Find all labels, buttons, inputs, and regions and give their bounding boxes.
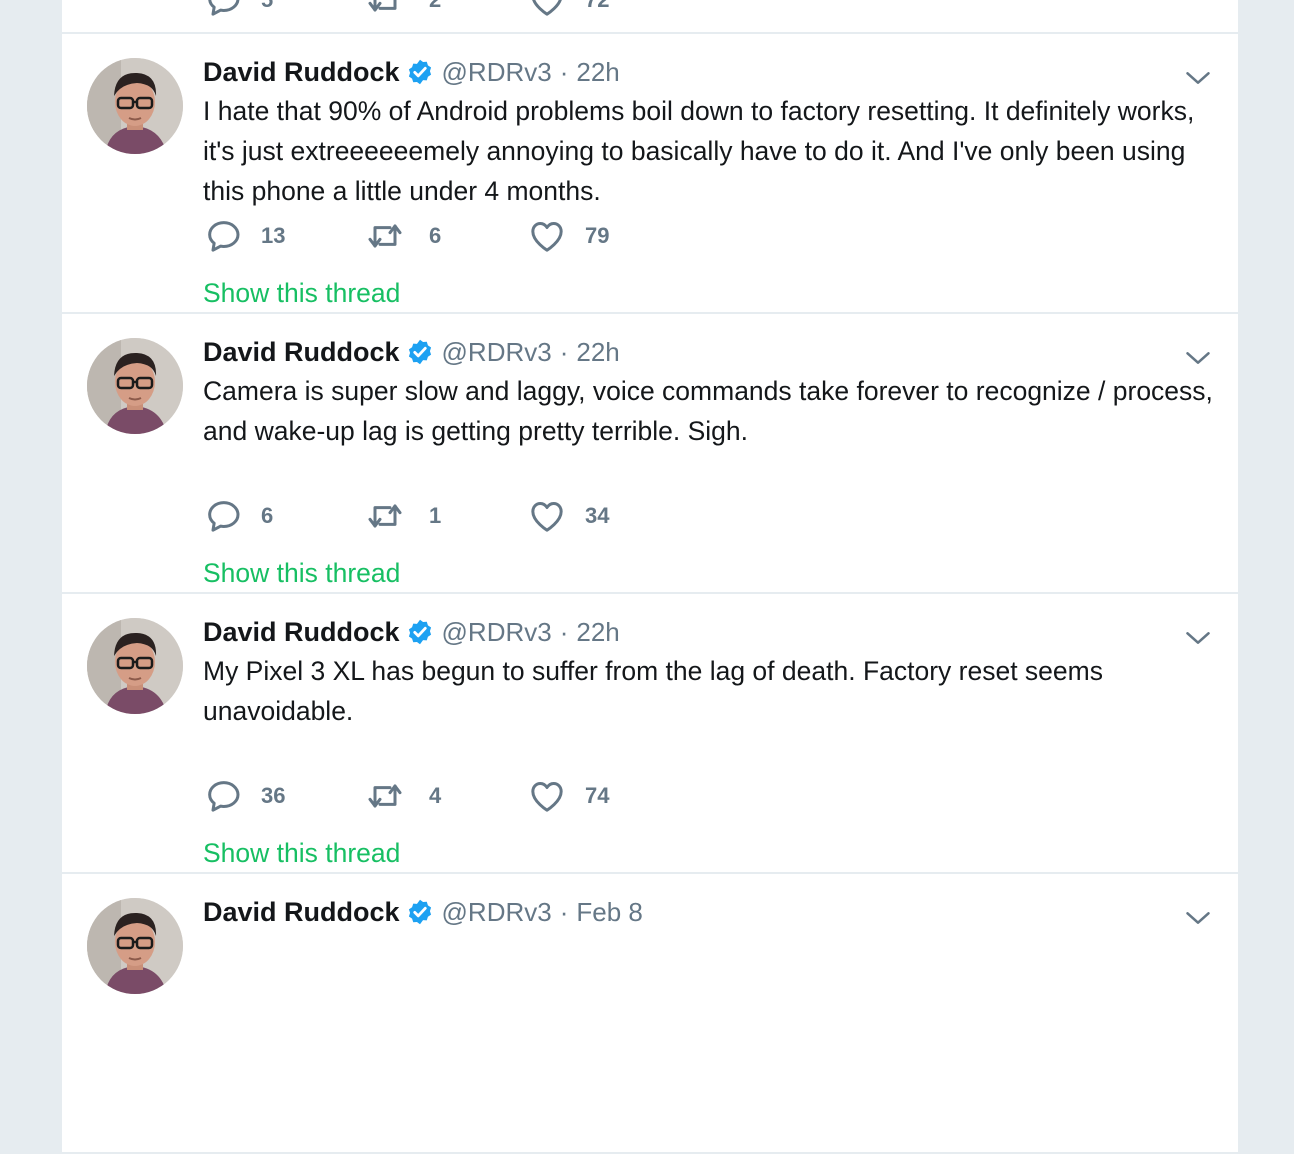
tweet-timestamp[interactable]: 22h xyxy=(576,337,619,368)
like-count: 74 xyxy=(585,783,610,808)
heart-icon xyxy=(527,776,567,816)
retweet-count: 6 xyxy=(429,223,442,248)
reply-bubble-icon xyxy=(203,496,243,536)
tweet-header: David Ruddock @RDRv3 · 22h xyxy=(203,336,620,368)
separator-dot: · xyxy=(559,896,569,927)
author-handle[interactable]: @RDRv3 xyxy=(442,57,552,88)
verified-badge-icon xyxy=(406,338,434,366)
tweet-actions: 13 6 79 xyxy=(203,216,689,256)
reply-count: 36 xyxy=(261,783,286,808)
tweet-text: My Pixel 3 XL has begun to suffer from t… xyxy=(203,656,1103,726)
tweet[interactable]: David Ruddock @RDRv3 · 22h Camera is sup… xyxy=(62,314,1238,594)
author-handle[interactable]: @RDRv3 xyxy=(442,337,552,368)
tweet-text: I hate that 90% of Android problems boil… xyxy=(203,96,1195,206)
retweet-button[interactable]: 1 xyxy=(365,496,527,536)
heart-icon xyxy=(527,496,567,536)
reply-bubble-icon xyxy=(203,0,243,20)
retweet-arrows-icon xyxy=(365,496,405,536)
avatar[interactable] xyxy=(87,338,183,434)
author-name[interactable]: David Ruddock xyxy=(203,617,400,648)
chevron-down-icon[interactable] xyxy=(1184,344,1212,372)
tweet-actions: 5 2 72 xyxy=(203,0,689,20)
like-button[interactable]: 72 xyxy=(527,0,689,20)
show-thread-link[interactable]: Show this thread xyxy=(203,558,400,589)
tweet[interactable]: David Ruddock @RDRv3 · 22h My Pixel 3 XL… xyxy=(62,594,1238,874)
like-button[interactable]: 34 xyxy=(527,496,689,536)
avatar[interactable] xyxy=(87,58,183,154)
tweet-header: David Ruddock @RDRv3 · 22h xyxy=(203,56,620,88)
like-count: 34 xyxy=(585,503,610,528)
tweet-actions: 6 1 34 xyxy=(203,496,689,536)
tweet-timestamp[interactable]: Feb 8 xyxy=(576,897,643,928)
author-handle[interactable]: @RDRv3 xyxy=(442,617,552,648)
avatar[interactable] xyxy=(87,898,183,994)
like-count: 79 xyxy=(585,223,610,248)
author-name[interactable]: David Ruddock xyxy=(203,897,400,928)
retweet-button[interactable]: 2 xyxy=(365,0,527,20)
reply-button[interactable]: 6 xyxy=(203,496,365,536)
retweet-button[interactable]: 6 xyxy=(365,216,527,256)
reply-button[interactable]: 36 xyxy=(203,776,365,816)
reply-count: 13 xyxy=(261,223,286,248)
retweet-count: 4 xyxy=(429,783,442,808)
tweet-actions: 36 4 74 xyxy=(203,776,689,816)
like-button[interactable]: 79 xyxy=(527,216,689,256)
reply-bubble-icon xyxy=(203,776,243,816)
heart-icon xyxy=(527,216,567,256)
separator-dot: · xyxy=(559,336,569,367)
tweet[interactable]: David Ruddock @RDRv3 · 22h I hate that 9… xyxy=(62,34,1238,314)
tweet-previous-partial[interactable]: 5 2 72 xyxy=(62,0,1238,34)
tweet[interactable]: David Ruddock @RDRv3 · Feb 8 xyxy=(62,874,1238,1154)
retweet-arrows-icon xyxy=(365,216,405,256)
tweet-header: David Ruddock @RDRv3 · 22h xyxy=(203,616,620,648)
like-button[interactable]: 74 xyxy=(527,776,689,816)
retweet-count: 2 xyxy=(429,0,441,13)
tweet-text: Camera is super slow and laggy, voice co… xyxy=(203,376,1213,446)
author-handle[interactable]: @RDRv3 xyxy=(442,897,552,928)
retweet-button[interactable]: 4 xyxy=(365,776,527,816)
verified-badge-icon xyxy=(406,898,434,926)
reply-count: 5 xyxy=(261,0,273,13)
chevron-down-icon[interactable] xyxy=(1184,64,1212,92)
verified-badge-icon xyxy=(406,618,434,646)
reply-count: 6 xyxy=(261,503,274,528)
verified-badge-icon xyxy=(406,58,434,86)
timeline: 5 2 72 David Ruddock @RDRv3 · 22h I hate… xyxy=(62,0,1238,1154)
tweet-timestamp[interactable]: 22h xyxy=(576,57,619,88)
like-count: 72 xyxy=(585,0,609,13)
retweet-arrows-icon xyxy=(365,0,405,20)
chevron-down-icon[interactable] xyxy=(1184,904,1212,932)
show-thread-link[interactable]: Show this thread xyxy=(203,278,400,309)
avatar[interactable] xyxy=(87,618,183,714)
chevron-down-icon[interactable] xyxy=(1184,624,1212,652)
separator-dot: · xyxy=(559,616,569,647)
reply-button[interactable]: 13 xyxy=(203,216,365,256)
retweet-count: 1 xyxy=(429,503,442,528)
tweet-timestamp[interactable]: 22h xyxy=(576,617,619,648)
separator-dot: · xyxy=(559,56,569,87)
reply-button[interactable]: 5 xyxy=(203,0,365,20)
heart-icon xyxy=(527,0,567,20)
author-name[interactable]: David Ruddock xyxy=(203,57,400,88)
show-thread-link[interactable]: Show this thread xyxy=(203,838,400,869)
author-name[interactable]: David Ruddock xyxy=(203,337,400,368)
tweet-header: David Ruddock @RDRv3 · Feb 8 xyxy=(203,896,643,928)
reply-bubble-icon xyxy=(203,216,243,256)
retweet-arrows-icon xyxy=(365,776,405,816)
